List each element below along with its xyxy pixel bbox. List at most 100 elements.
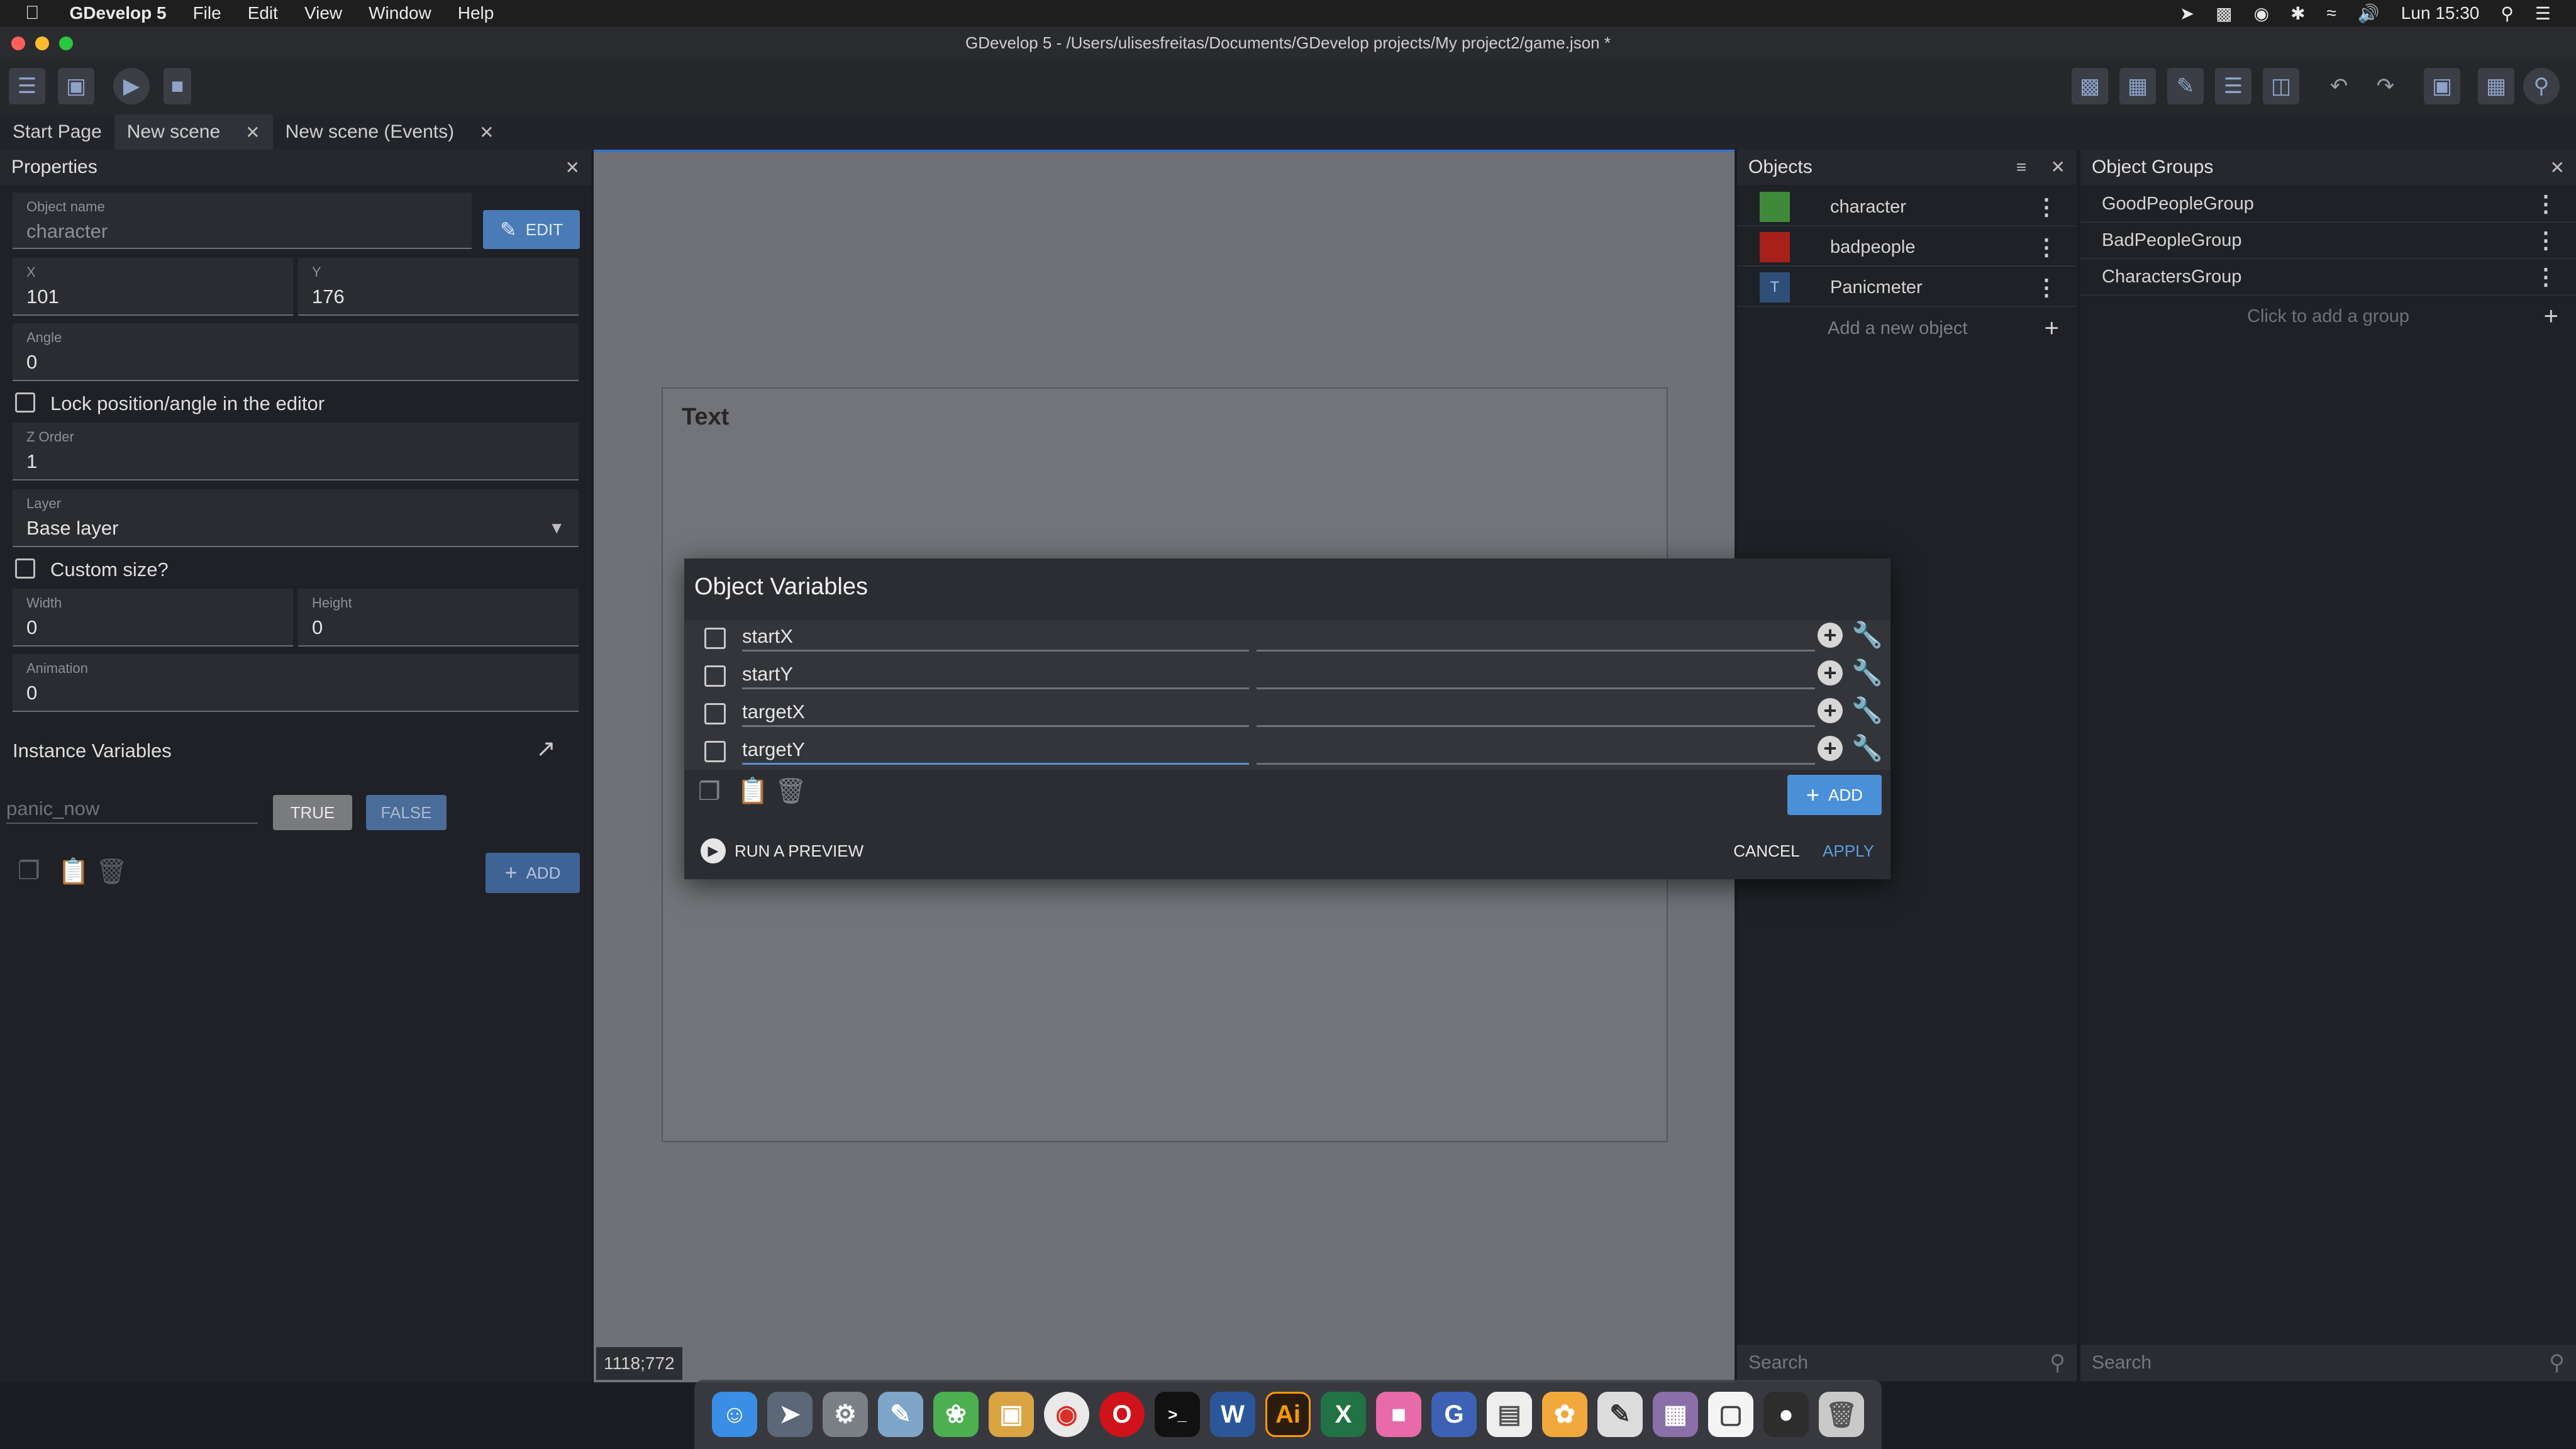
grid-icon[interactable]: ▦ <box>2478 68 2514 104</box>
add-child-icon[interactable]: + <box>1818 736 1843 761</box>
tab-start-page[interactable]: Start Page <box>0 114 114 150</box>
custom-size-checkbox[interactable] <box>15 558 35 579</box>
shield-icon[interactable]: ◉ <box>2254 3 2269 24</box>
search-input[interactable]: Search <box>1748 1352 1808 1374</box>
wrench-icon[interactable]: 🔧 <box>1852 733 1883 763</box>
apple-icon[interactable]:  <box>25 3 40 24</box>
redo-icon[interactable]: ↷ <box>2367 68 2404 104</box>
filter-icon[interactable]: ≡ <box>2016 157 2026 177</box>
menu-help[interactable]: Help <box>458 3 494 23</box>
x-field[interactable]: X 101 <box>13 258 293 316</box>
search-input[interactable]: Search <box>2092 1352 2151 1374</box>
object-item-badpeople[interactable]: badpeople ⋮ <box>1737 229 2077 267</box>
variable-checkbox[interactable] <box>704 741 726 762</box>
tab-new-scene[interactable]: New scene ✕ <box>114 114 273 150</box>
add-new-object[interactable]: Add a new object + <box>1737 309 2077 347</box>
opera-icon[interactable]: O <box>1099 1392 1145 1437</box>
close-icon[interactable]: ✕ <box>565 157 580 178</box>
animation-field[interactable]: Animation 0 <box>13 654 579 712</box>
finder-icon[interactable]: ☺ <box>712 1392 757 1437</box>
wrench-icon[interactable]: 🔧 <box>1852 696 1883 725</box>
true-button[interactable]: TRUE <box>273 795 352 830</box>
menu-window[interactable]: Window <box>369 3 431 23</box>
wifi-icon[interactable]: ≈ <box>2327 3 2336 23</box>
launchpad-icon[interactable]: ➤ <box>767 1392 813 1437</box>
width-field[interactable]: Width 0 <box>13 589 293 647</box>
cleanmymac-icon[interactable]: ■ <box>1376 1392 1421 1437</box>
script-editor-icon[interactable]: ✎ <box>1597 1392 1643 1437</box>
minimize-window-button[interactable] <box>35 36 49 50</box>
spotlight-icon[interactable]: ⚲ <box>2501 3 2514 24</box>
volume-icon[interactable]: 🔊 <box>2358 3 2380 24</box>
screen-share-icon[interactable]: ▦ <box>1653 1392 1698 1437</box>
apply-button[interactable]: APPLY <box>1814 835 1883 867</box>
paste-icon[interactable]: 📋 <box>737 776 769 806</box>
window-mask-icon[interactable]: ▣ <box>2424 68 2460 104</box>
zorder-field[interactable]: Z Order 1 <box>13 423 579 480</box>
zoom-window-button[interactable] <box>59 36 73 50</box>
more-vert-icon[interactable]: ⋮ <box>2534 264 2557 290</box>
variable-name-input[interactable]: startX <box>742 621 1249 652</box>
gdevelop-icon[interactable]: G <box>1431 1392 1477 1437</box>
add-child-icon[interactable]: + <box>1818 660 1843 686</box>
app-menu-name[interactable]: GDevelop 5 <box>70 3 167 23</box>
variable-name-input[interactable]: targetY <box>742 735 1249 765</box>
preview-play-icon[interactable]: ▶ <box>113 68 150 104</box>
add-child-icon[interactable]: + <box>1818 698 1843 723</box>
add-instance-variable-button[interactable]: + ADD <box>486 853 580 893</box>
excel-icon[interactable]: X <box>1321 1392 1366 1437</box>
height-field[interactable]: Height 0 <box>298 589 579 647</box>
lock-position-checkbox[interactable] <box>15 392 35 413</box>
file-icon[interactable]: ▢ <box>1708 1392 1753 1437</box>
more-vert-icon[interactable]: ⋮ <box>2035 274 2058 301</box>
system-preferences-icon[interactable]: ⚙ <box>823 1392 868 1437</box>
menu-edit[interactable]: Edit <box>248 3 278 23</box>
copy-icon[interactable]: ❐ <box>698 777 721 806</box>
zoom-reset-icon[interactable]: ⚲ <box>2523 68 2560 104</box>
layers-icon[interactable]: ◫ <box>2263 68 2299 104</box>
add-child-icon[interactable]: + <box>1818 623 1843 648</box>
close-window-button[interactable] <box>11 36 25 50</box>
open-project-icon[interactable]: ▣ <box>58 68 94 104</box>
object-item-panicmeter[interactable]: T Panicmeter ⋮ <box>1737 269 2077 307</box>
terminal-icon[interactable]: >_ <box>1155 1392 1200 1437</box>
debug-icon[interactable]: ■ <box>164 68 191 104</box>
false-button[interactable]: FALSE <box>366 795 447 830</box>
layer-select[interactable]: Layer Base layer ▼ <box>13 489 579 547</box>
notification-icon[interactable]: ▩ <box>2216 3 2232 24</box>
y-field[interactable]: Y 176 <box>298 258 579 316</box>
object-item-character[interactable]: character ⋮ <box>1737 189 2077 226</box>
variable-value-input[interactable] <box>1257 659 1815 689</box>
instance-variable-name-input[interactable]: panic_now <box>6 797 258 824</box>
objects-search-bar[interactable]: Search ⚲ <box>1737 1345 2077 1381</box>
angle-field[interactable]: Angle 0 <box>13 323 579 381</box>
bluetooth-icon[interactable]: ✱ <box>2290 3 2305 24</box>
group-item-badpeople[interactable]: BadPeopleGroup ⋮ <box>2080 223 2576 259</box>
variable-checkbox[interactable] <box>704 665 726 687</box>
variable-value-input[interactable] <box>1257 697 1815 727</box>
control-center-icon[interactable]: ☰ <box>2535 3 2551 24</box>
add-group[interactable]: Click to add a group + <box>2080 298 2576 335</box>
word-icon[interactable]: W <box>1210 1392 1255 1437</box>
group-item-goodpeople[interactable]: GoodPeopleGroup ⋮ <box>2080 186 2576 223</box>
illustrator-icon[interactable]: Ai <box>1265 1392 1311 1437</box>
close-icon[interactable]: ✕ <box>479 122 494 143</box>
tab-new-scene-events[interactable]: New scene (Events) ✕ <box>273 114 507 150</box>
more-vert-icon[interactable]: ⋮ <box>2035 194 2058 220</box>
more-vert-icon[interactable]: ⋮ <box>2035 234 2058 260</box>
group-item-characters[interactable]: CharactersGroup ⋮ <box>2080 259 2576 296</box>
preview-app-icon[interactable]: ✎ <box>878 1392 923 1437</box>
open-external-icon[interactable]: ↗ <box>536 735 556 763</box>
more-vert-icon[interactable]: ⋮ <box>2534 191 2557 217</box>
project-manager-icon[interactable]: ☰ <box>9 68 45 104</box>
chrome-icon[interactable]: ◉ <box>1044 1392 1089 1437</box>
wrench-icon[interactable]: 🔧 <box>1852 620 1883 650</box>
leaf-app-icon[interactable]: ❀ <box>933 1392 979 1437</box>
instances-list-icon[interactable]: ☰ <box>2215 68 2251 104</box>
wrench-icon[interactable]: 🔧 <box>1852 658 1883 687</box>
objects-panel-icon[interactable]: ▩ <box>2072 68 2108 104</box>
variable-name-input[interactable]: startY <box>742 659 1249 689</box>
documents-icon[interactable]: ▤ <box>1487 1392 1532 1437</box>
variable-name-input[interactable]: targetX <box>742 697 1249 727</box>
recorder-icon[interactable]: ● <box>1763 1392 1809 1437</box>
